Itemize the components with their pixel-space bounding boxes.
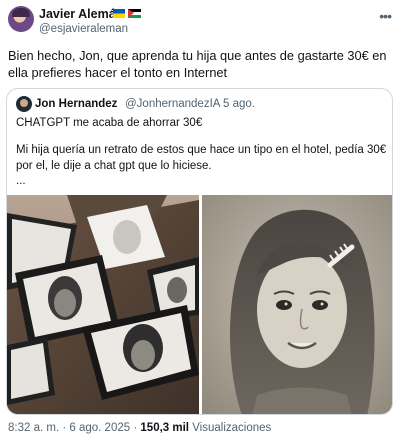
quoted-author-avatar: [16, 96, 32, 112]
views-count: 150,3 mil: [140, 422, 189, 434]
views-label: Visualizaciones: [192, 422, 272, 434]
author-handle[interactable]: @esjavieraleman: [39, 22, 128, 36]
media-photo-girl-sketch[interactable]: [202, 195, 392, 414]
name-flags: [113, 9, 141, 19]
quoted-date: 5 ago.: [223, 98, 255, 110]
more-horizontal-icon[interactable]: •••: [379, 8, 392, 24]
quoted-post[interactable]: Jon Hernandez @JonhernandezIA · 5 ago. C…: [6, 88, 393, 415]
quoted-separator: ·: [214, 98, 218, 110]
meta-dot: ·: [133, 422, 138, 434]
quoted-text-body: Mi hija quería un retrato de estos que h…: [16, 143, 388, 190]
quoted-ellipsis: ...: [16, 175, 26, 187]
post-time[interactable]: 8:32 a. m.: [8, 422, 59, 434]
author-avatar[interactable]: [8, 6, 34, 32]
quoted-text-line1: CHATGPT me acaba de ahorrar 30€: [16, 117, 203, 129]
quoted-author-name: Jon Hernandez: [35, 98, 118, 110]
media-photo-portraits-table[interactable]: [7, 195, 199, 414]
ukraine-flag-icon: [113, 9, 125, 18]
post-meta: 8:32 a. m. · 6 ago. 2025 · 150,3 mil Vis…: [8, 421, 271, 435]
post-text: Bien hecho, Jon, que aprenda tu hija que…: [8, 48, 387, 80]
quoted-text-line2: Mi hija quería un retrato de estos que h…: [16, 144, 387, 172]
meta-dot: ·: [62, 422, 67, 434]
quoted-author-handle: @JonhernandezIA: [125, 98, 221, 110]
post-date[interactable]: 6 ago. 2025: [69, 422, 130, 434]
post-header: Javier Alemán @esjavieraleman •••: [0, 0, 400, 40]
author-name[interactable]: Javier Alemán: [39, 7, 123, 22]
portraits-table-illustration: [7, 195, 199, 414]
girl-sketch-illustration: [202, 195, 392, 414]
palestine-flag-icon: [128, 9, 141, 18]
